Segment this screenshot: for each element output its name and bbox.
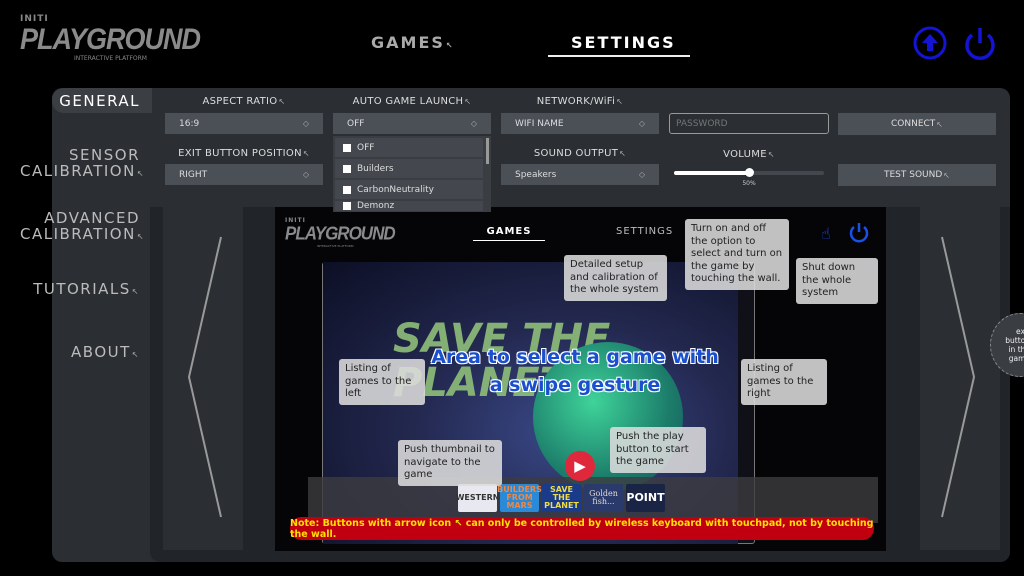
sidebar-label: ADVANCED CALIBRATION	[20, 209, 140, 243]
checkbox-icon	[343, 143, 351, 152]
sound-output-label: SOUND OUTPUT↖	[533, 148, 627, 159]
network-label: NETWORK/WiFi↖	[536, 96, 624, 107]
aspect-ratio-label: ASPECT RATIO↖	[202, 96, 286, 107]
nav-settings[interactable]: SETTINGS	[571, 33, 676, 52]
sidebar-label: ABOUT	[71, 343, 131, 361]
preview-prev-button[interactable]	[163, 207, 243, 550]
play-icon: ▶	[565, 451, 595, 481]
checkbox-icon	[343, 164, 351, 173]
checkbox-icon	[343, 202, 351, 210]
touch-toggle-icon: ☝	[821, 224, 831, 243]
password-input[interactable]	[669, 113, 829, 134]
cursor-icon: ↖	[136, 232, 146, 241]
thumbnail: SAVE THE PLANET	[542, 484, 581, 512]
thumbnails: WESTERN BUILDERS FROM MARS SAVE THE PLAN…	[456, 484, 665, 512]
updown-icon: ◇	[638, 170, 645, 179]
preview-power-icon	[848, 221, 870, 249]
exit-position-value: RIGHT	[179, 169, 208, 180]
nav-settings-label: SETTINGS	[571, 33, 676, 52]
volume-label: VOLUME↖	[723, 149, 775, 160]
auto-game-launch-value: OFF	[347, 118, 365, 129]
test-sound-label: TEST SOUND	[883, 170, 943, 180]
cursor-icon: ↖	[131, 350, 140, 359]
updown-icon: ◇	[302, 119, 309, 128]
exit-button-position-select[interactable]: RIGHT ◇	[165, 164, 323, 185]
callout-settings: Detailed setup and calibration of the wh…	[564, 255, 667, 301]
thumbnail: POINT	[626, 484, 665, 512]
cursor-icon: ↖	[131, 287, 140, 296]
thumbnail: Golden fish...	[584, 484, 623, 512]
wifi-value: WIFI NAME	[515, 118, 564, 129]
preview-settings-tab: SETTINGS	[616, 226, 674, 237]
sidebar-item-about[interactable]: ABOUT↖	[10, 344, 140, 363]
preview-games-tab: GAMES	[473, 226, 545, 241]
sound-output-value: Speakers	[515, 169, 557, 180]
chevron-left-icon	[187, 236, 222, 518]
upload-icon[interactable]	[912, 25, 948, 61]
sidebar-item-advanced-calibration[interactable]: ADVANCED CALIBRATION↖	[20, 209, 144, 245]
updown-icon: ◇	[470, 119, 477, 128]
sidebar-label: TUTORIALS	[33, 280, 131, 298]
sidebar-label: SENSOR CALIBRATION	[20, 146, 140, 180]
aspect-ratio-value: 16:9	[179, 118, 200, 129]
logo-main: PLAYGROUND	[20, 22, 201, 56]
aspect-ratio-select[interactable]: 16:9 ◇	[165, 113, 323, 134]
sidebar-item-general-label: GENERAL	[59, 92, 140, 110]
dropdown-option[interactable]: Builders	[335, 159, 483, 178]
sidebar-item-tutorials[interactable]: TUTORIALS↖	[10, 281, 140, 300]
updown-icon: ◇	[638, 119, 645, 128]
auto-game-launch-label: AUTO GAME LAUNCH↖	[352, 96, 472, 107]
thumbnail: WESTERN	[456, 484, 499, 512]
nav-games-label: GAMES	[371, 33, 445, 52]
thumbnail: BUILDERS FROM MARS	[497, 484, 542, 512]
preview-next-button[interactable]	[920, 207, 1000, 550]
wifi-select[interactable]: WIFI NAME ◇	[501, 113, 659, 134]
callout-touch: Turn on and off the option to select and…	[685, 219, 789, 290]
sidebar-item-sensor-calibration[interactable]: SENSOR CALIBRATION↖	[20, 146, 144, 182]
dropdown-scrollbar[interactable]	[486, 138, 489, 164]
callout-shutdown: Shut down the whole system	[796, 258, 878, 304]
callout-right: Listing of games to the right	[741, 359, 827, 405]
volume-slider[interactable]	[674, 168, 824, 177]
callout-left: Listing of games to the left	[339, 359, 425, 405]
preview-logo: INITI PLAYGROUND INTERACTIVE PLATFORM	[285, 217, 396, 248]
volume-handle[interactable]	[745, 168, 754, 177]
volume-fill	[674, 171, 749, 175]
active-tab-underline	[548, 55, 690, 57]
cursor-icon: ↖	[136, 169, 146, 178]
dropdown-option[interactable]: Demonz	[335, 201, 483, 211]
logo: INITI PLAYGROUND INTERACTIVE PLATFORM	[20, 14, 201, 62]
auto-game-launch-select[interactable]: OFF ◇	[333, 113, 491, 134]
connect-label: CONNECT	[890, 119, 936, 129]
chevron-right-icon	[941, 236, 976, 518]
volume-value: 50%	[742, 180, 756, 187]
callout-thumbnail: Push thumbnail to navigate to the game	[398, 440, 502, 486]
auto-game-launch-dropdown: OFF Builders CarbonNeutrality Demonz	[333, 136, 491, 212]
callout-play: Push the play button to start the game	[610, 427, 706, 473]
power-icon[interactable]	[962, 25, 998, 65]
dropdown-option[interactable]: OFF	[335, 138, 483, 157]
test-sound-button[interactable]: TEST SOUND ↖	[838, 164, 996, 186]
cursor-icon: ↖	[445, 41, 455, 50]
connect-button[interactable]: CONNECT ↖	[838, 113, 996, 135]
checkbox-icon	[343, 185, 351, 194]
sound-output-select[interactable]: Speakers ◇	[501, 164, 659, 185]
dropdown-option[interactable]: CarbonNeutrality	[335, 180, 483, 199]
nav-games[interactable]: GAMES↖	[371, 33, 455, 52]
note-banner: Note: Buttons with arrow icon ↖ can only…	[290, 517, 874, 540]
area-text: Area to select a game with a swipe gestu…	[431, 346, 719, 396]
exit-button-position-label: EXIT BUTTON POSITION↖	[178, 148, 310, 159]
tutorial-screenshot: INITI PLAYGROUND INTERACTIVE PLATFORM GA…	[275, 207, 886, 551]
updown-icon: ◇	[302, 170, 309, 179]
